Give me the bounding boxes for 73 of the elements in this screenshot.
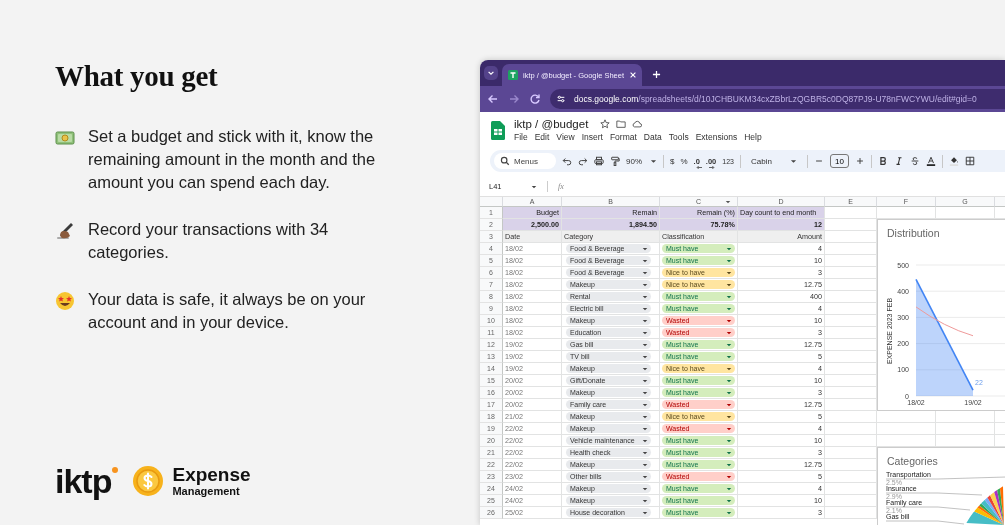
select-all-corner[interactable] bbox=[480, 197, 503, 207]
reload-icon[interactable] bbox=[529, 93, 541, 105]
star-eyes-face-icon bbox=[55, 291, 75, 311]
new-tab-icon[interactable] bbox=[652, 70, 661, 79]
caret-icon bbox=[789, 157, 797, 165]
caret-icon[interactable] bbox=[531, 183, 537, 190]
empty-cell[interactable] bbox=[936, 423, 995, 435]
site-settings-icon[interactable] bbox=[556, 94, 566, 104]
menu-item[interactable]: Tools bbox=[665, 132, 693, 142]
product-subtitle: Management bbox=[172, 484, 240, 498]
fill-color-icon[interactable] bbox=[948, 156, 959, 166]
pie-drawing bbox=[966, 486, 1004, 525]
sheets-logo-icon bbox=[491, 120, 505, 140]
chart-title: Distribution bbox=[887, 227, 940, 239]
caret-icon bbox=[487, 69, 495, 77]
cloud-icon[interactable] bbox=[632, 119, 643, 129]
chart-title: Categories bbox=[887, 455, 938, 467]
product-name: Expense bbox=[172, 464, 251, 485]
search-icon bbox=[500, 156, 510, 166]
coin-icon bbox=[132, 465, 165, 497]
feature-text: Set a budget and stick with it, know the remaining amount in the month and the amount you can spend each day. bbox=[88, 126, 377, 193]
url-host: docs.google.com bbox=[574, 94, 639, 104]
sheets-icon bbox=[508, 70, 518, 80]
menu-item[interactable]: Insert bbox=[578, 132, 607, 142]
undo-icon[interactable] bbox=[562, 156, 572, 166]
folder-icon[interactable] bbox=[616, 119, 627, 129]
font-dropdown[interactable]: Cabin bbox=[751, 156, 797, 166]
formula-label: fx bbox=[558, 182, 564, 191]
borders-icon[interactable] bbox=[964, 156, 975, 166]
bold-icon[interactable] bbox=[877, 156, 888, 166]
address-bar[interactable]: docs.google.com/spreadsheets/d/10JCHBUKM34cxZBbrLzQGBR5c0DQ87PJ9-U78nFWCYWU/edit#gid=0 bbox=[550, 89, 1005, 109]
currency-format-button[interactable]: $ bbox=[670, 156, 675, 166]
print-icon[interactable] bbox=[594, 156, 604, 166]
back-icon[interactable] bbox=[487, 93, 499, 105]
arrow-icon bbox=[695, 164, 703, 170]
menu-item[interactable]: Help bbox=[741, 132, 766, 142]
arrow-icon bbox=[707, 164, 715, 170]
empty-cell[interactable] bbox=[825, 435, 877, 447]
plus-icon[interactable] bbox=[854, 156, 865, 166]
logo-dot bbox=[112, 467, 119, 473]
font-size-field[interactable]: 10 bbox=[829, 154, 849, 168]
menu-item[interactable]: Extensions bbox=[692, 132, 742, 142]
menu-item[interactable]: Data bbox=[640, 132, 666, 142]
empty-cell[interactable] bbox=[825, 411, 877, 423]
tab-list-button[interactable] bbox=[484, 66, 498, 80]
document-title[interactable]: iktp / @budget bbox=[514, 118, 589, 130]
feature-text: Record your transactions with 34 categories. bbox=[88, 219, 330, 263]
caret-icon bbox=[650, 157, 657, 165]
empty-cell[interactable] bbox=[825, 423, 877, 435]
paint-format-icon[interactable] bbox=[610, 156, 620, 166]
menu-item[interactable]: Edit bbox=[531, 132, 554, 142]
close-icon[interactable] bbox=[629, 71, 637, 79]
zoom-dropdown[interactable]: 90% bbox=[626, 156, 657, 166]
section-title: What you get bbox=[55, 60, 219, 93]
money-icon bbox=[55, 128, 75, 148]
forward-icon[interactable] bbox=[508, 93, 520, 105]
menu-item[interactable]: Format bbox=[606, 132, 641, 142]
url-path: /spreadsheets/d/10JCHBUKM34cxZBbrLzQGBR5c0DQ87PJ9-U78nFWCYWU/edit#gid=0 bbox=[638, 94, 977, 104]
menu-item[interactable]: View bbox=[553, 132, 579, 142]
percent-format-button[interactable]: % bbox=[680, 156, 688, 166]
writing-hand-icon bbox=[55, 221, 75, 241]
redo-icon[interactable] bbox=[578, 156, 588, 166]
menu-search-field[interactable]: Menus bbox=[494, 153, 556, 169]
trend-line bbox=[915, 306, 974, 337]
search-input[interactable]: Menus bbox=[514, 156, 548, 166]
brand-logo: iktp bbox=[55, 461, 112, 501]
strikethrough-icon[interactable] bbox=[909, 156, 920, 166]
menu-item[interactable]: File bbox=[514, 132, 532, 142]
filter-caret-icon[interactable] bbox=[725, 199, 731, 205]
feature-text: Your data is safe, it always be on your account and in your device. bbox=[88, 289, 367, 333]
star-icon[interactable] bbox=[600, 119, 611, 129]
text-color-icon[interactable] bbox=[925, 156, 936, 166]
empty-cell[interactable] bbox=[877, 423, 936, 435]
